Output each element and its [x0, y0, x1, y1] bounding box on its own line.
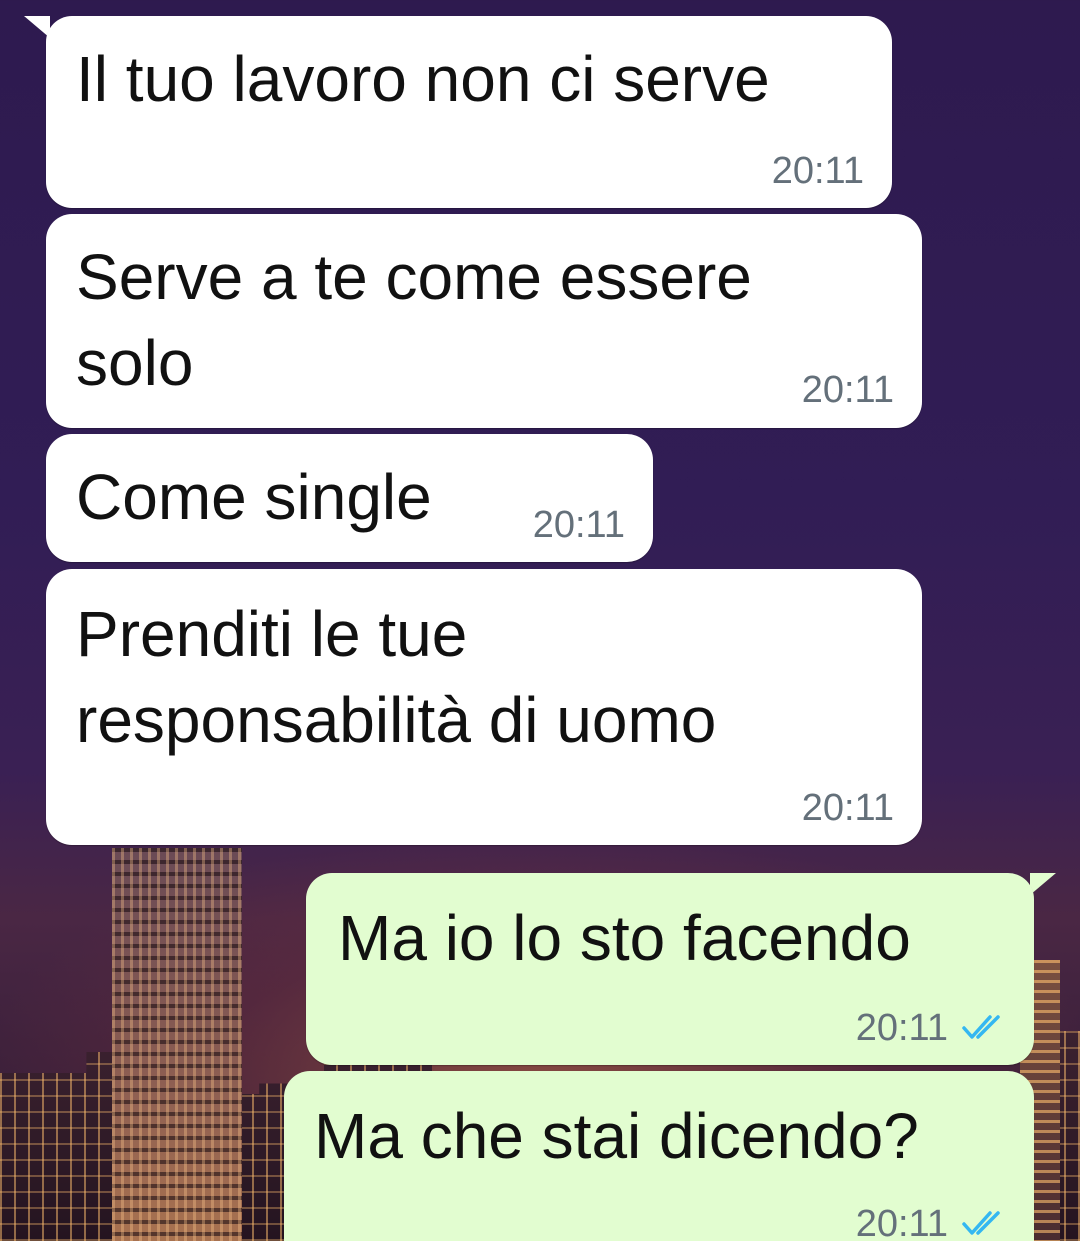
message-time: 20:11: [771, 150, 864, 192]
incoming-message[interactable]: Serve a te come essere solo 20:11: [46, 214, 922, 428]
message-text: Il tuo lavoro non ci serve: [76, 43, 770, 115]
outgoing-message[interactable]: Ma io lo sto facendo 20:11: [306, 873, 1034, 1065]
double-check-read-icon: [962, 1015, 1000, 1039]
message-time: 20:11: [532, 504, 625, 546]
outgoing-bubble-tail: [1030, 873, 1056, 895]
message-text: Come single: [76, 461, 432, 533]
message-text: Ma che stai dicendo?: [314, 1100, 919, 1172]
message-time: 20:11: [801, 369, 894, 411]
incoming-message[interactable]: Prenditi le tue responsabilità di uomo 2…: [46, 569, 922, 845]
message-text: Prenditi le tue responsabilità di uomo: [76, 598, 717, 756]
message-time: 20:11: [855, 1007, 948, 1049]
message-list[interactable]: Il tuo lavoro non ci serve 20:11 Serve a…: [0, 0, 1080, 1241]
message-text: Ma io lo sto facendo: [338, 902, 911, 974]
message-time: 20:11: [855, 1203, 948, 1241]
double-check-read-icon: [962, 1211, 1000, 1235]
incoming-message[interactable]: Il tuo lavoro non ci serve 20:11: [46, 16, 892, 208]
message-time: 20:11: [801, 787, 894, 829]
message-text: Serve a te come essere solo: [76, 241, 752, 399]
incoming-message[interactable]: Come single 20:11: [46, 434, 653, 562]
outgoing-message[interactable]: Ma che stai dicendo? 20:11: [284, 1071, 1034, 1241]
